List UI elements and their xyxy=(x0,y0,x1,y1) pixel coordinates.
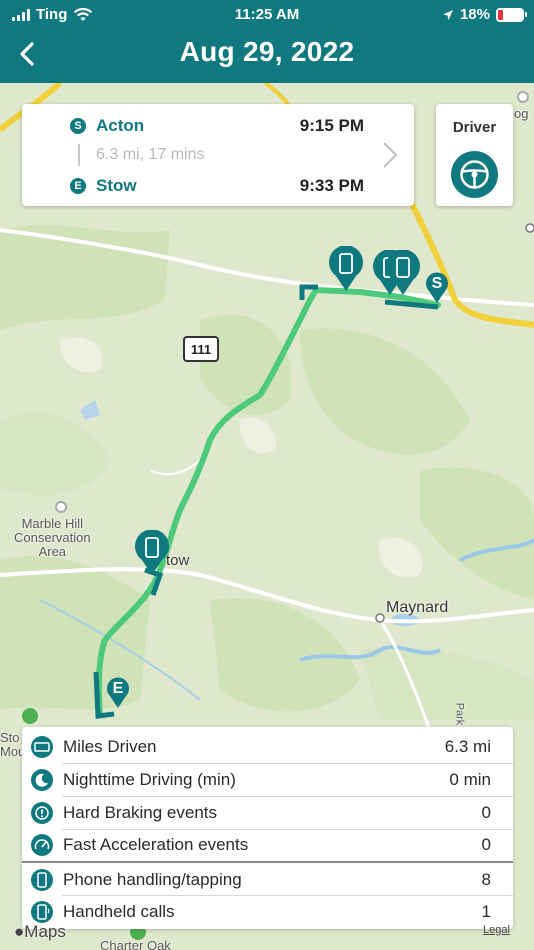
map-label-park: Park xyxy=(453,702,466,726)
trip-distance-duration: 6.3 mi, 17 mins xyxy=(96,146,205,163)
legal-link[interactable]: Legal xyxy=(483,924,510,936)
phone-event-marker[interactable] xyxy=(133,530,171,576)
phone-tap-icon xyxy=(31,869,53,891)
steering-wheel-icon[interactable] xyxy=(451,151,498,198)
map-label-marble-hill: Marble Hill Conservation Area xyxy=(14,516,91,559)
end-marker-letter: E xyxy=(112,680,124,697)
stat-miles-driven: Miles Driven 6.3 mi xyxy=(22,731,513,763)
stat-label: Nighttime Driving (min) xyxy=(63,770,236,789)
stat-fast-acceleration: Fast Acceleration events 0 xyxy=(22,829,513,861)
stat-nighttime-driving: Nighttime Driving (min) 0 min xyxy=(22,764,513,796)
stat-handheld-calls: Handheld calls 1 xyxy=(22,896,513,928)
driver-card[interactable]: Driver xyxy=(436,104,513,206)
stat-label: Fast Acceleration events xyxy=(63,835,249,854)
stat-phone-handling: Phone handling/tapping 8 xyxy=(22,864,513,896)
status-bar: Ting 11:25 AM 18% xyxy=(0,0,534,30)
apple-logo-icon: ● xyxy=(14,922,25,941)
location-arrow-icon xyxy=(442,9,453,20)
stat-label: Handheld calls xyxy=(63,902,175,921)
start-location: Acton xyxy=(96,116,145,135)
end-time: 9:33 PM xyxy=(299,176,364,195)
chevron-right-icon[interactable] xyxy=(380,140,400,170)
odometer-icon xyxy=(31,736,53,758)
driver-label: Driver xyxy=(452,119,497,136)
header-bar: Ting 11:25 AM 18% Aug 29, 2022 xyxy=(0,0,534,83)
trip-stats-panel: Miles Driven 6.3 mi Nighttime Driving (m… xyxy=(22,727,513,929)
map-label-charter-oak: Charter Oak xyxy=(100,938,171,950)
stat-value: 6.3 mi xyxy=(444,737,491,756)
battery-icon xyxy=(496,7,527,22)
section-divider xyxy=(22,861,513,863)
stat-hard-braking: Hard Braking events 0 xyxy=(22,797,513,829)
stat-value: 8 xyxy=(481,870,491,889)
start-marker-letter: S xyxy=(431,275,443,292)
stat-label: Hard Braking events xyxy=(63,803,218,822)
phone-event-marker[interactable] xyxy=(384,250,422,296)
moon-icon xyxy=(31,769,53,791)
end-badge: E xyxy=(70,178,86,194)
maps-attribution-text: Maps xyxy=(24,922,66,941)
status-right: 18% xyxy=(442,6,527,23)
map-label-og: og xyxy=(514,106,529,121)
maps-attribution: ●Maps xyxy=(14,922,66,942)
stat-label: Phone handling/tapping xyxy=(63,870,242,889)
start-marker[interactable]: S xyxy=(425,272,449,304)
stat-label: Miles Driven xyxy=(63,737,157,756)
stat-value: 0 xyxy=(481,835,491,854)
phone-event-marker[interactable] xyxy=(327,246,365,292)
stat-value: 0 xyxy=(481,803,491,822)
start-badge: S xyxy=(70,118,86,134)
route-111-shield: 111 xyxy=(183,336,219,362)
battery-percent: 18% xyxy=(459,6,490,23)
stat-value: 0 min xyxy=(449,770,491,789)
page-title: Aug 29, 2022 xyxy=(179,36,355,67)
trip-summary-card[interactable]: S Acton 9:15 PM 6.3 mi, 17 mins E Stow 9… xyxy=(22,104,414,206)
start-time: 9:15 PM xyxy=(299,116,364,135)
brake-warning-icon xyxy=(31,802,53,824)
stat-value: 1 xyxy=(481,902,491,921)
end-marker[interactable]: E xyxy=(106,677,130,709)
speedometer-icon xyxy=(31,834,53,856)
phone-call-icon xyxy=(31,901,53,923)
map-label-maynard: Maynard xyxy=(386,599,449,616)
trip-connector xyxy=(78,144,80,166)
end-location: Stow xyxy=(96,176,137,195)
